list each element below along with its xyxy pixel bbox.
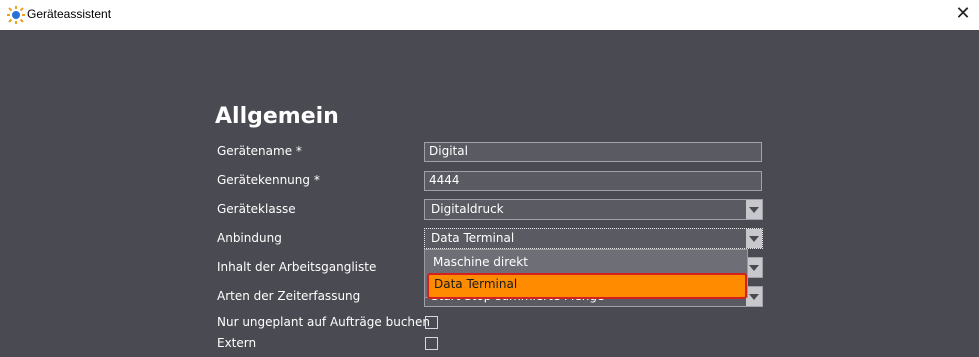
chevron-down-icon[interactable] <box>746 287 762 306</box>
dropdown-option-label: Data Terminal <box>434 277 518 291</box>
extern-label: Extern <box>217 336 257 350</box>
nur-ungeplant-label: Nur ungeplant auf Aufträge buchen <box>217 315 431 329</box>
chevron-down-icon[interactable] <box>746 200 762 219</box>
dropdown-option-maschine-direkt[interactable]: Maschine direkt <box>425 251 747 273</box>
close-icon[interactable]: ✕ <box>953 3 973 25</box>
extern-checkbox[interactable] <box>425 337 438 350</box>
anbindung-dropdown-list: Maschine direkt Data Terminal <box>424 249 748 299</box>
geraetename-label: Gerätename * <box>217 144 302 158</box>
dropdown-option-label: Maschine direkt <box>433 255 528 269</box>
geraetekennung-value: 4444 <box>429 173 460 187</box>
window-title: Geräteassistent <box>27 7 112 21</box>
dropdown-option-data-terminal[interactable]: Data Terminal <box>427 273 747 299</box>
geraeteklasse-label: Geräteklasse <box>217 202 296 216</box>
anbindung-label: Anbindung <box>217 231 282 245</box>
nur-ungeplant-checkbox[interactable] <box>425 316 438 329</box>
geraetename-value: Digital <box>429 144 468 158</box>
title-bar: Geräteassistent ✕ <box>0 0 979 30</box>
section-title: Allgemein <box>215 104 339 129</box>
anbindung-select[interactable]: Data Terminal <box>424 228 763 249</box>
anbindung-value: Data Terminal <box>431 231 515 245</box>
geraetekennung-label: Gerätekennung * <box>217 173 320 187</box>
geraetename-field[interactable]: Digital <box>424 142 762 162</box>
geraetekennung-field[interactable]: 4444 <box>424 171 762 191</box>
sun-gear-icon <box>7 6 25 24</box>
wizard-content <box>0 30 979 357</box>
chevron-down-icon[interactable] <box>746 258 762 277</box>
geraeteklasse-select[interactable]: Digitaldruck <box>424 199 763 220</box>
chevron-down-icon[interactable] <box>746 229 762 248</box>
geraeteklasse-value: Digitaldruck <box>431 202 504 216</box>
inhalt-label: Inhalt der Arbeitsgangliste <box>217 260 377 274</box>
zeiterfassung-label: Arten der Zeiterfassung <box>217 289 361 303</box>
